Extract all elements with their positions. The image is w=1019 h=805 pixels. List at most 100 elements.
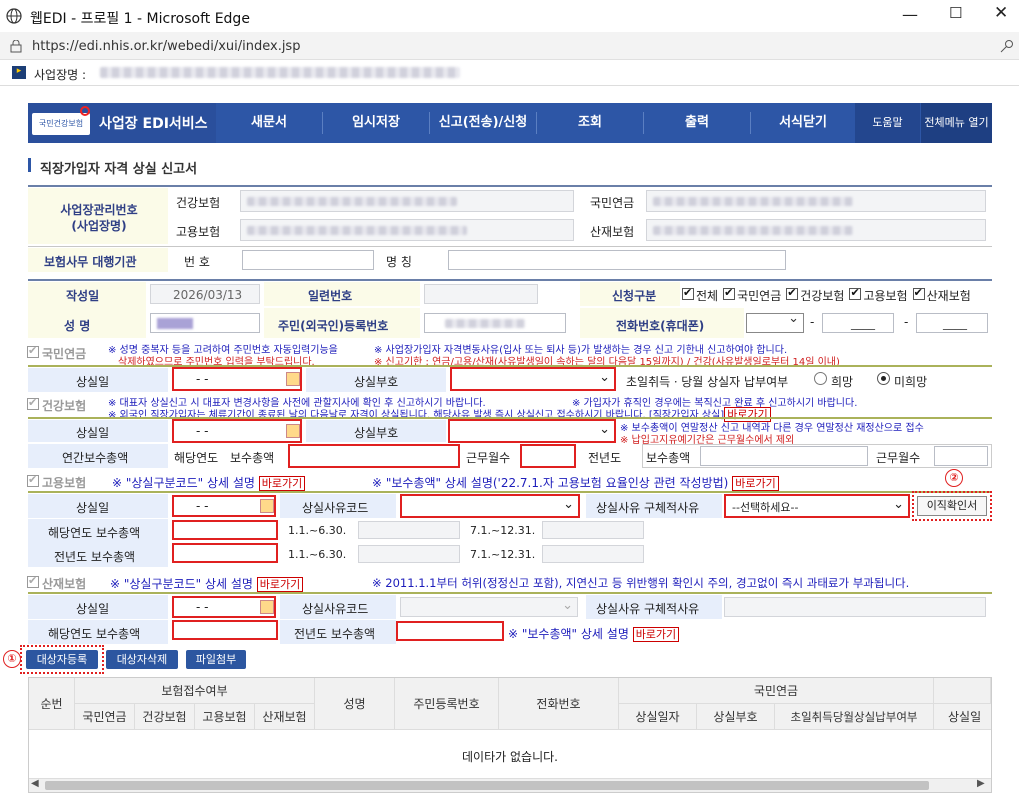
pension-date-placeholder: - - — [196, 372, 209, 386]
industrial-this-year-input[interactable] — [172, 620, 278, 640]
transfer-confirm-button[interactable]: 이직확인서 — [917, 496, 987, 516]
agency-number-label: 번 호 — [184, 255, 210, 269]
register-button[interactable]: 대상자등록 — [26, 650, 98, 669]
radio-no[interactable] — [877, 372, 890, 385]
health-pay-input[interactable] — [288, 444, 460, 468]
employ-biz-number — [240, 219, 574, 241]
col-receipt-industrial: 산재보험 — [255, 704, 315, 730]
phone-last-input[interactable]: ____ — [916, 313, 988, 333]
industrial-loss-date-input[interactable]: - - — [172, 596, 276, 618]
apply-employ-checkbox[interactable] — [849, 286, 862, 300]
calendar-icon[interactable] — [286, 424, 300, 438]
employ-loss-date-label: 상실일 — [76, 501, 110, 515]
help-button[interactable]: 도움말 — [855, 103, 920, 143]
name-input[interactable] — [150, 313, 260, 333]
industrial-link-1[interactable]: 바로가기 — [256, 577, 304, 592]
industrial-reason-code-select[interactable]: ⌄ — [400, 597, 578, 617]
rrn-input[interactable] — [424, 313, 566, 333]
pension-header-label: 국민연금 — [42, 347, 87, 361]
delete-button[interactable]: 대상자삭제 — [106, 650, 178, 669]
industrial-link-3[interactable]: 바로가기 — [632, 627, 680, 642]
employ-prev-year-input[interactable] — [172, 543, 278, 563]
employ-link-2[interactable]: 바로가기 — [732, 476, 779, 491]
chevron-down-icon: ⌄ — [563, 497, 574, 512]
nav-submit[interactable]: 신고(전송)/신청 — [430, 103, 536, 143]
brand-title: 사업장 EDI서비스 — [99, 116, 208, 132]
employ-loss-date-input[interactable]: - - — [172, 495, 276, 517]
serial-label: 일련번호 — [308, 289, 353, 303]
pension-loss-date-input[interactable]: - - — [172, 367, 302, 391]
agency-name-input[interactable] — [448, 250, 786, 270]
industrial-checkbox[interactable] — [27, 574, 39, 588]
apply-health-checkbox[interactable] — [786, 286, 799, 300]
calendar-icon[interactable] — [286, 372, 300, 386]
health-loss-code-select[interactable]: ⌄ — [448, 419, 616, 443]
scroll-left-icon[interactable]: ◀ — [31, 778, 39, 789]
divider — [28, 185, 992, 187]
industrial-note-1: ※ "상실구분코드" 상세 설명 — [110, 577, 253, 591]
nav-temp-save[interactable]: 임시저장 — [323, 103, 429, 143]
health-months-input[interactable] — [520, 444, 576, 468]
employ-reason-detail-label: 상실사유 구체적사유 — [596, 501, 700, 515]
health-loss-date-label: 상실일 — [76, 426, 110, 440]
radio-yes[interactable] — [814, 372, 827, 385]
employ-date-placeholder: - - — [196, 499, 209, 513]
prev-pay-input[interactable] — [700, 446, 868, 466]
industrial-prev-year-input[interactable] — [396, 621, 504, 641]
close-icon[interactable]: ✕ — [994, 3, 1008, 23]
col-receipt-health: 건강보험 — [135, 704, 195, 730]
health-header-label: 건강보험 — [42, 399, 87, 413]
phone-mid-input[interactable]: ____ — [822, 313, 894, 333]
brand-area[interactable]: 국민건강보험 사업장 EDI서비스 — [28, 103, 216, 143]
horizontal-scrollbar[interactable]: ◀ ▶ — [29, 778, 991, 792]
health-checkbox[interactable] — [27, 396, 39, 410]
calendar-icon[interactable] — [260, 499, 274, 513]
site-label: 사업장명 : — [34, 68, 87, 82]
url-text: https://edi.nhis.or.kr/webedi/xui/index.… — [32, 39, 301, 54]
phone-sep-1: - — [810, 315, 815, 329]
employ-this-year-input[interactable] — [172, 520, 278, 540]
pension-checkbox[interactable] — [27, 344, 39, 358]
minimize-icon[interactable]: — — [902, 5, 918, 24]
maximize-icon[interactable]: ☐ — [949, 4, 962, 22]
total-pay-label: 보수총액 — [230, 451, 275, 465]
apply-pension-checkbox[interactable] — [723, 286, 736, 300]
employ-reason-code-label: 상실사유코드 — [302, 501, 369, 515]
logo-mark-icon — [80, 106, 90, 116]
employ-link-1[interactable]: 바로가기 — [258, 476, 306, 491]
all-menu-button[interactable]: 전체메뉴 열기 — [921, 103, 992, 143]
nav-inquiry[interactable]: 조회 — [537, 103, 643, 143]
employ-checkbox[interactable] — [27, 473, 39, 487]
divider — [28, 279, 992, 281]
pension-loss-code-select[interactable]: ⌄ — [450, 367, 616, 391]
industrial-header-label: 산재보험 — [42, 577, 87, 591]
employ-prev-year-label: 전년도 보수총액 — [54, 550, 136, 564]
date-label: 작성일 — [66, 289, 100, 303]
col-no: 순번 — [29, 678, 75, 730]
calendar-icon[interactable] — [260, 600, 274, 614]
nav-print[interactable]: 출력 — [644, 103, 750, 143]
scroll-right-icon[interactable]: ▶ — [977, 778, 985, 789]
col-receipt: 보험접수여부 — [75, 678, 315, 704]
address-bar[interactable]: https://edi.nhis.or.kr/webedi/xui/index.… — [0, 32, 1019, 60]
health-loss-date-input[interactable]: - - — [172, 419, 302, 443]
col-extra-loss-date: 상실일자 — [934, 704, 991, 730]
chevron-down-icon: ⌄ — [562, 598, 573, 613]
apply-all-checkbox[interactable] — [682, 286, 694, 300]
apply-all-label: 전체 — [696, 289, 719, 303]
name-label: 성 명 — [64, 319, 91, 333]
agency-number-input[interactable] — [242, 250, 374, 270]
industrial-reason-detail-label: 상실사유 구체적사유 — [596, 602, 700, 616]
key-icon[interactable] — [1000, 39, 1014, 53]
phone-area-select[interactable] — [746, 311, 804, 333]
health-header: 건강보험 — [27, 396, 87, 414]
apply-industrial-checkbox[interactable] — [912, 286, 925, 300]
attach-button[interactable]: 파일첨부 — [186, 650, 246, 669]
employ-reason-code-select[interactable]: ⌄ — [400, 494, 580, 518]
chevron-down-icon: ⌄ — [893, 497, 904, 512]
employ-reason-detail-select[interactable]: --선택하세요-- ⌄ — [724, 494, 910, 518]
nav-close-form[interactable]: 서식닫기 — [751, 103, 855, 143]
prev-months-input[interactable] — [934, 446, 988, 466]
nav-new-doc[interactable]: 새문서 — [216, 103, 322, 143]
scrollbar-thumb[interactable] — [45, 781, 929, 790]
